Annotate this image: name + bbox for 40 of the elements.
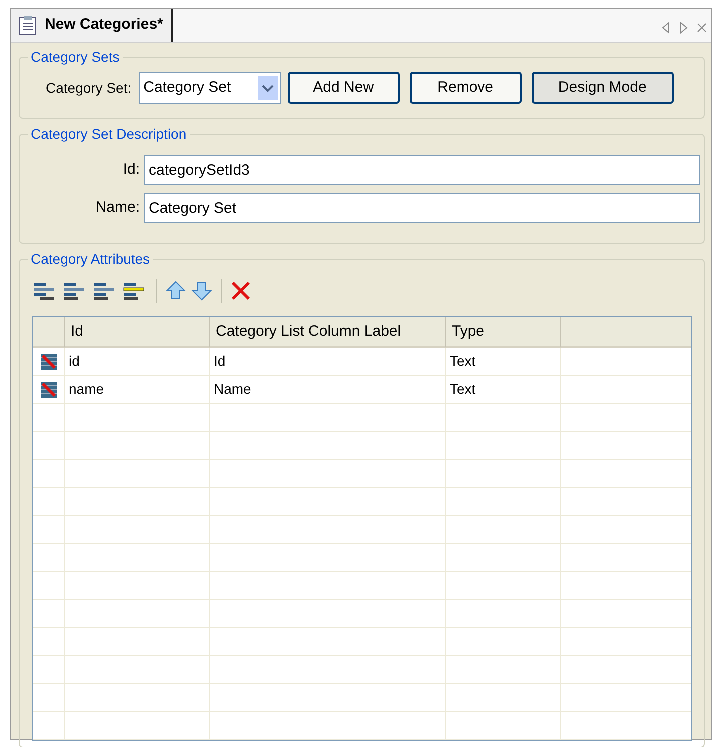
table-cell: name <box>65 376 210 404</box>
column-header[interactable]: Id <box>65 317 210 348</box>
group-title: Category Sets <box>28 49 123 65</box>
field-label: Category Set: <box>46 78 132 98</box>
delete-icon[interactable] <box>230 280 252 302</box>
table-cell <box>33 432 65 460</box>
table-cell: Name <box>210 376 446 404</box>
group-title: Category Set Description <box>28 126 190 142</box>
form-button[interactable]: Add New <box>288 72 400 104</box>
table-cell <box>33 544 65 572</box>
right-arrow-icon[interactable] <box>679 22 689 34</box>
table-cell <box>33 572 65 600</box>
down-arrow-icon[interactable] <box>191 280 213 302</box>
table-cell <box>33 600 65 628</box>
table-cell <box>33 684 65 712</box>
up-arrow-icon[interactable] <box>165 280 187 302</box>
form-button[interactable]: Remove <box>410 72 522 104</box>
table-cell <box>33 628 65 656</box>
category-set-dropdown[interactable]: Category Set <box>138 72 281 104</box>
left-arrow-icon[interactable] <box>661 22 671 34</box>
table-cell <box>33 516 65 544</box>
table-cell <box>33 460 65 488</box>
close-icon[interactable] <box>697 22 707 34</box>
table-cell: Id <box>210 348 446 376</box>
text-field[interactable]: categorySetId3 <box>144 155 700 185</box>
table-cell <box>33 488 65 516</box>
table-cell: Text <box>446 348 561 376</box>
group-title: Category Attributes <box>28 251 154 267</box>
row-icon <box>40 382 56 398</box>
table-cell <box>33 656 65 684</box>
form-button[interactable]: Design Mode <box>532 72 674 104</box>
column-header[interactable]: Type <box>446 317 561 348</box>
document-icon <box>19 16 37 36</box>
field-label: Name: <box>94 198 140 218</box>
text-field[interactable]: Category Set <box>144 193 700 223</box>
column-header[interactable]: Category List Column Label <box>210 317 446 348</box>
field-label: Id: <box>122 160 140 180</box>
row-icon <box>40 354 56 370</box>
table-cell: Text <box>446 376 561 404</box>
table-cell: id <box>65 348 210 376</box>
